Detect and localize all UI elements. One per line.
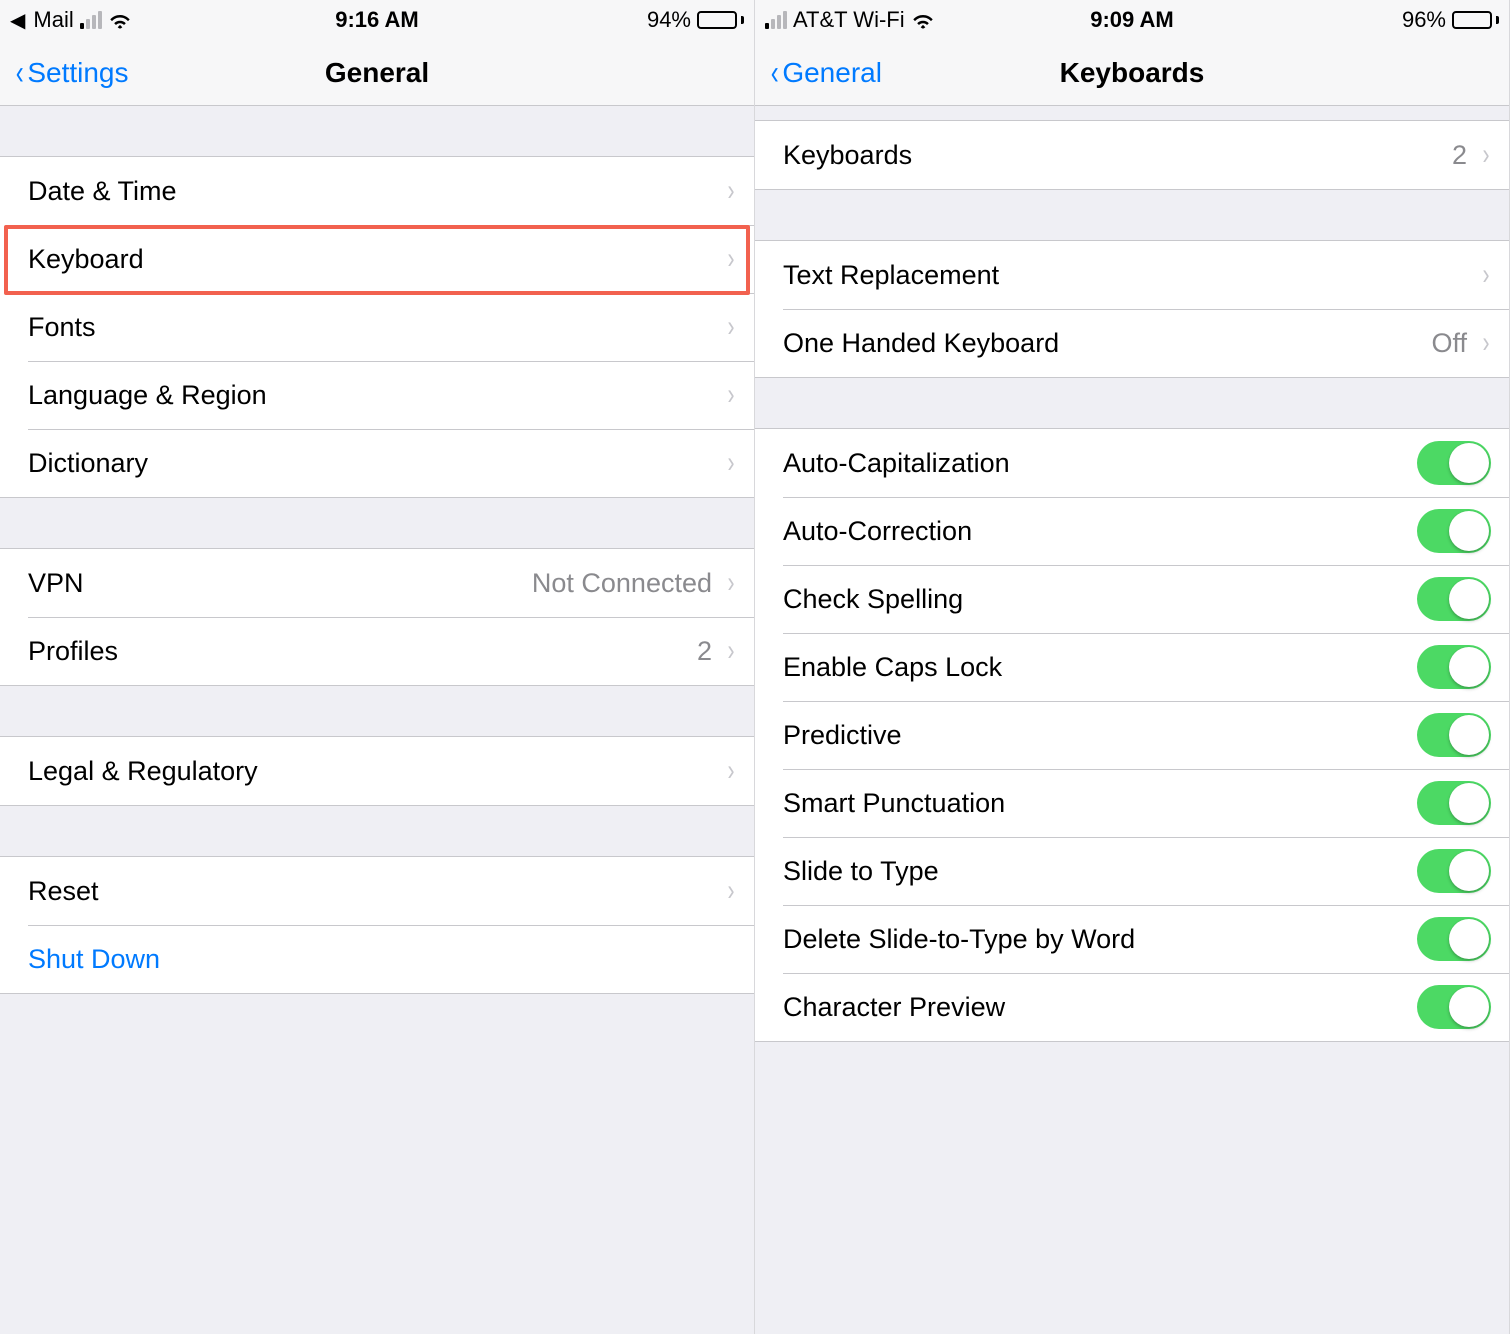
cell-signal-icon xyxy=(80,11,102,29)
chevron-right-icon: › xyxy=(1483,258,1490,292)
switch-toggle[interactable] xyxy=(1417,849,1491,893)
chevron-right-icon: › xyxy=(728,446,735,480)
wifi-icon xyxy=(911,11,935,29)
row-label: Auto-Correction xyxy=(783,516,972,547)
row-smart-punctuation[interactable]: Smart Punctuation xyxy=(755,769,1509,837)
row-reset[interactable]: Reset › xyxy=(0,857,754,925)
chevron-right-icon: › xyxy=(728,378,735,412)
chevron-left-icon: ‹ xyxy=(771,56,779,90)
row-label: Shut Down xyxy=(28,944,160,975)
back-app-arrow-icon[interactable]: ◀ xyxy=(10,8,27,33)
row-keyboards[interactable]: Keyboards 2 › xyxy=(755,121,1509,189)
nav-back-button[interactable]: ‹ Settings xyxy=(14,56,129,90)
row-label: Reset xyxy=(28,876,99,907)
row-label: Check Spelling xyxy=(783,584,963,615)
row-label: Slide to Type xyxy=(783,856,939,887)
row-label: Auto-Capitalization xyxy=(783,448,1010,479)
row-date-time[interactable]: Date & Time › xyxy=(0,157,754,225)
row-shut-down[interactable]: Shut Down xyxy=(0,925,754,993)
carrier-label: AT&T Wi-Fi xyxy=(793,7,905,33)
row-auto-capitalization[interactable]: Auto-Capitalization xyxy=(755,429,1509,497)
chevron-right-icon: › xyxy=(728,754,735,788)
row-label: Delete Slide-to-Type by Word xyxy=(783,924,1135,955)
switch-toggle[interactable] xyxy=(1417,917,1491,961)
row-label: Language & Region xyxy=(28,380,267,411)
nav-back-label: Settings xyxy=(27,57,128,89)
row-vpn[interactable]: VPN Not Connected › xyxy=(0,549,754,617)
group-general-4: Reset › Shut Down xyxy=(0,856,754,994)
row-detail: Off xyxy=(1431,328,1467,359)
row-language-region[interactable]: Language & Region › xyxy=(0,361,754,429)
row-label: VPN xyxy=(28,568,84,599)
row-label: Dictionary xyxy=(28,448,148,479)
row-delete-slide-to-type-by-word[interactable]: Delete Slide-to-Type by Word xyxy=(755,905,1509,973)
row-label: Predictive xyxy=(783,720,902,751)
chevron-right-icon: › xyxy=(728,174,735,208)
chevron-right-icon: › xyxy=(1483,326,1490,360)
cell-signal-icon xyxy=(765,11,787,29)
row-text-replacement[interactable]: Text Replacement › xyxy=(755,241,1509,309)
group-keyboard-options: Text Replacement › One Handed Keyboard O… xyxy=(755,240,1509,378)
chevron-right-icon: › xyxy=(728,566,735,600)
row-label: Character Preview xyxy=(783,992,1005,1023)
status-bar: ◀ Mail 9:16 AM 94% xyxy=(0,0,754,40)
row-detail: 2 xyxy=(1452,140,1467,171)
row-label: Text Replacement xyxy=(783,260,999,291)
row-legal-regulatory[interactable]: Legal & Regulatory › xyxy=(0,737,754,805)
nav-back-button[interactable]: ‹ General xyxy=(769,56,882,90)
row-predictive[interactable]: Predictive xyxy=(755,701,1509,769)
switch-toggle[interactable] xyxy=(1417,577,1491,621)
group-general-1: Date & Time › Keyboard › Fonts › Languag… xyxy=(0,156,754,498)
chevron-right-icon: › xyxy=(728,310,735,344)
chevron-right-icon: › xyxy=(1483,138,1490,172)
switch-toggle[interactable] xyxy=(1417,713,1491,757)
row-enable-caps-lock[interactable]: Enable Caps Lock xyxy=(755,633,1509,701)
row-profiles[interactable]: Profiles 2 › xyxy=(0,617,754,685)
row-label: Keyboard xyxy=(28,244,144,275)
row-label: Profiles xyxy=(28,636,118,667)
screen-general: ◀ Mail 9:16 AM 94% ‹ Settings General xyxy=(0,0,755,1334)
row-character-preview[interactable]: Character Preview xyxy=(755,973,1509,1041)
switch-toggle[interactable] xyxy=(1417,781,1491,825)
row-keyboard[interactable]: Keyboard › xyxy=(0,225,754,293)
battery-percent: 96% xyxy=(1402,7,1446,33)
wifi-icon xyxy=(108,11,132,29)
row-dictionary[interactable]: Dictionary › xyxy=(0,429,754,497)
switch-toggle[interactable] xyxy=(1417,441,1491,485)
group-general-3: Legal & Regulatory › xyxy=(0,736,754,806)
nav-bar: ‹ General Keyboards xyxy=(755,40,1509,106)
row-one-handed-keyboard[interactable]: One Handed Keyboard Off › xyxy=(755,309,1509,377)
row-check-spelling[interactable]: Check Spelling xyxy=(755,565,1509,633)
screen-keyboards: AT&T Wi-Fi 9:09 AM 96% ‹ General Keyboar… xyxy=(755,0,1510,1334)
chevron-right-icon: › xyxy=(728,242,735,276)
row-label: Legal & Regulatory xyxy=(28,756,258,787)
group-general-2: VPN Not Connected › Profiles 2 › xyxy=(0,548,754,686)
row-detail: Not Connected xyxy=(532,568,712,599)
back-app-label[interactable]: Mail xyxy=(33,7,73,33)
nav-bar: ‹ Settings General xyxy=(0,40,754,106)
switch-toggle[interactable] xyxy=(1417,645,1491,689)
row-label: One Handed Keyboard xyxy=(783,328,1059,359)
group-keyboards-count: Keyboards 2 › xyxy=(755,120,1509,190)
row-auto-correction[interactable]: Auto-Correction xyxy=(755,497,1509,565)
row-fonts[interactable]: Fonts › xyxy=(0,293,754,361)
chevron-right-icon: › xyxy=(728,874,735,908)
group-keyboard-switches: Auto-Capitalization Auto-Correction Chec… xyxy=(755,428,1509,1042)
row-label: Date & Time xyxy=(28,176,177,207)
battery-icon xyxy=(697,11,744,29)
row-label: Keyboards xyxy=(783,140,912,171)
chevron-right-icon: › xyxy=(728,634,735,668)
battery-icon xyxy=(1452,11,1499,29)
row-label: Fonts xyxy=(28,312,96,343)
switch-toggle[interactable] xyxy=(1417,509,1491,553)
row-label: Smart Punctuation xyxy=(783,788,1005,819)
row-slide-to-type[interactable]: Slide to Type xyxy=(755,837,1509,905)
switch-toggle[interactable] xyxy=(1417,985,1491,1029)
nav-back-label: General xyxy=(782,57,882,89)
battery-percent: 94% xyxy=(647,7,691,33)
row-detail: 2 xyxy=(697,636,712,667)
status-bar: AT&T Wi-Fi 9:09 AM 96% xyxy=(755,0,1509,40)
chevron-left-icon: ‹ xyxy=(16,56,24,90)
row-label: Enable Caps Lock xyxy=(783,652,1002,683)
